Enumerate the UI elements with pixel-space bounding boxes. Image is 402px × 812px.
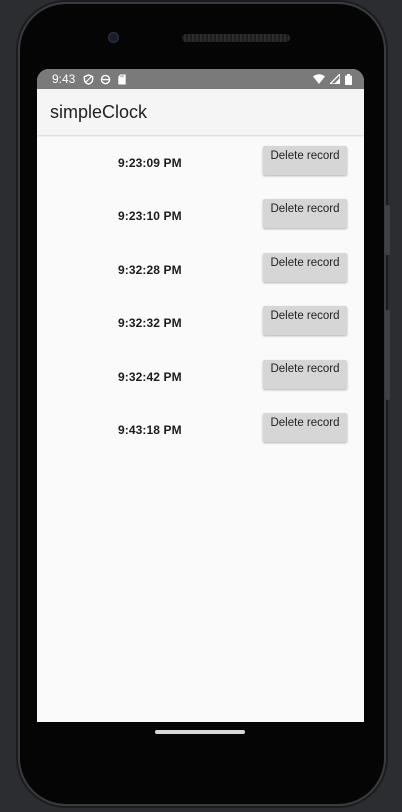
sync-icon	[101, 74, 111, 84]
status-bar: 9:43	[37, 69, 364, 89]
delete-record-button[interactable]: Delete record	[263, 412, 347, 442]
home-gesture-bar[interactable]	[155, 730, 245, 734]
record-time: 9:32:42 PM	[118, 369, 182, 384]
volume-button[interactable]	[385, 310, 390, 400]
delete-record-button[interactable]: Delete record	[263, 306, 347, 336]
power-button[interactable]	[385, 205, 390, 255]
record-time: 9:32:28 PM	[118, 262, 182, 277]
status-time: 9:43	[52, 72, 76, 86]
sd-card-icon	[118, 73, 127, 85]
app-bar: simpleClock	[37, 89, 364, 135]
wifi-icon	[313, 74, 325, 84]
emulator-stage: 9:43 simpleClock 9:23:09 PM Delete recor…	[0, 0, 402, 812]
delete-record-button[interactable]: Delete record	[263, 359, 347, 389]
records-list: 9:23:09 PM Delete record 9:23:10 PM Dele…	[37, 135, 364, 455]
record-time: 9:43:18 PM	[118, 422, 182, 437]
battery-icon	[345, 73, 352, 85]
app-title: simpleClock	[50, 101, 148, 122]
record-row: 9:43:18 PM Delete record	[37, 402, 364, 455]
delete-record-button[interactable]: Delete record	[263, 199, 347, 229]
record-time: 9:32:32 PM	[118, 316, 182, 331]
record-row: 9:32:32 PM Delete record	[37, 295, 364, 348]
delete-record-button[interactable]: Delete record	[263, 146, 347, 175]
front-camera	[108, 32, 119, 43]
earpiece-speaker	[182, 34, 290, 42]
record-time: 9:23:10 PM	[118, 209, 182, 224]
shield-icon	[84, 73, 94, 85]
record-row: 9:23:10 PM Delete record	[37, 188, 364, 241]
signal-icon	[330, 74, 340, 84]
record-row: 9:32:28 PM Delete record	[37, 242, 364, 295]
device-screen: 9:43 simpleClock 9:23:09 PM Delete recor…	[37, 69, 364, 722]
record-time: 9:23:09 PM	[118, 156, 182, 170]
delete-record-button[interactable]: Delete record	[263, 252, 347, 282]
record-row: 9:32:42 PM Delete record	[37, 349, 364, 402]
record-row: 9:23:09 PM Delete record	[37, 135, 364, 188]
